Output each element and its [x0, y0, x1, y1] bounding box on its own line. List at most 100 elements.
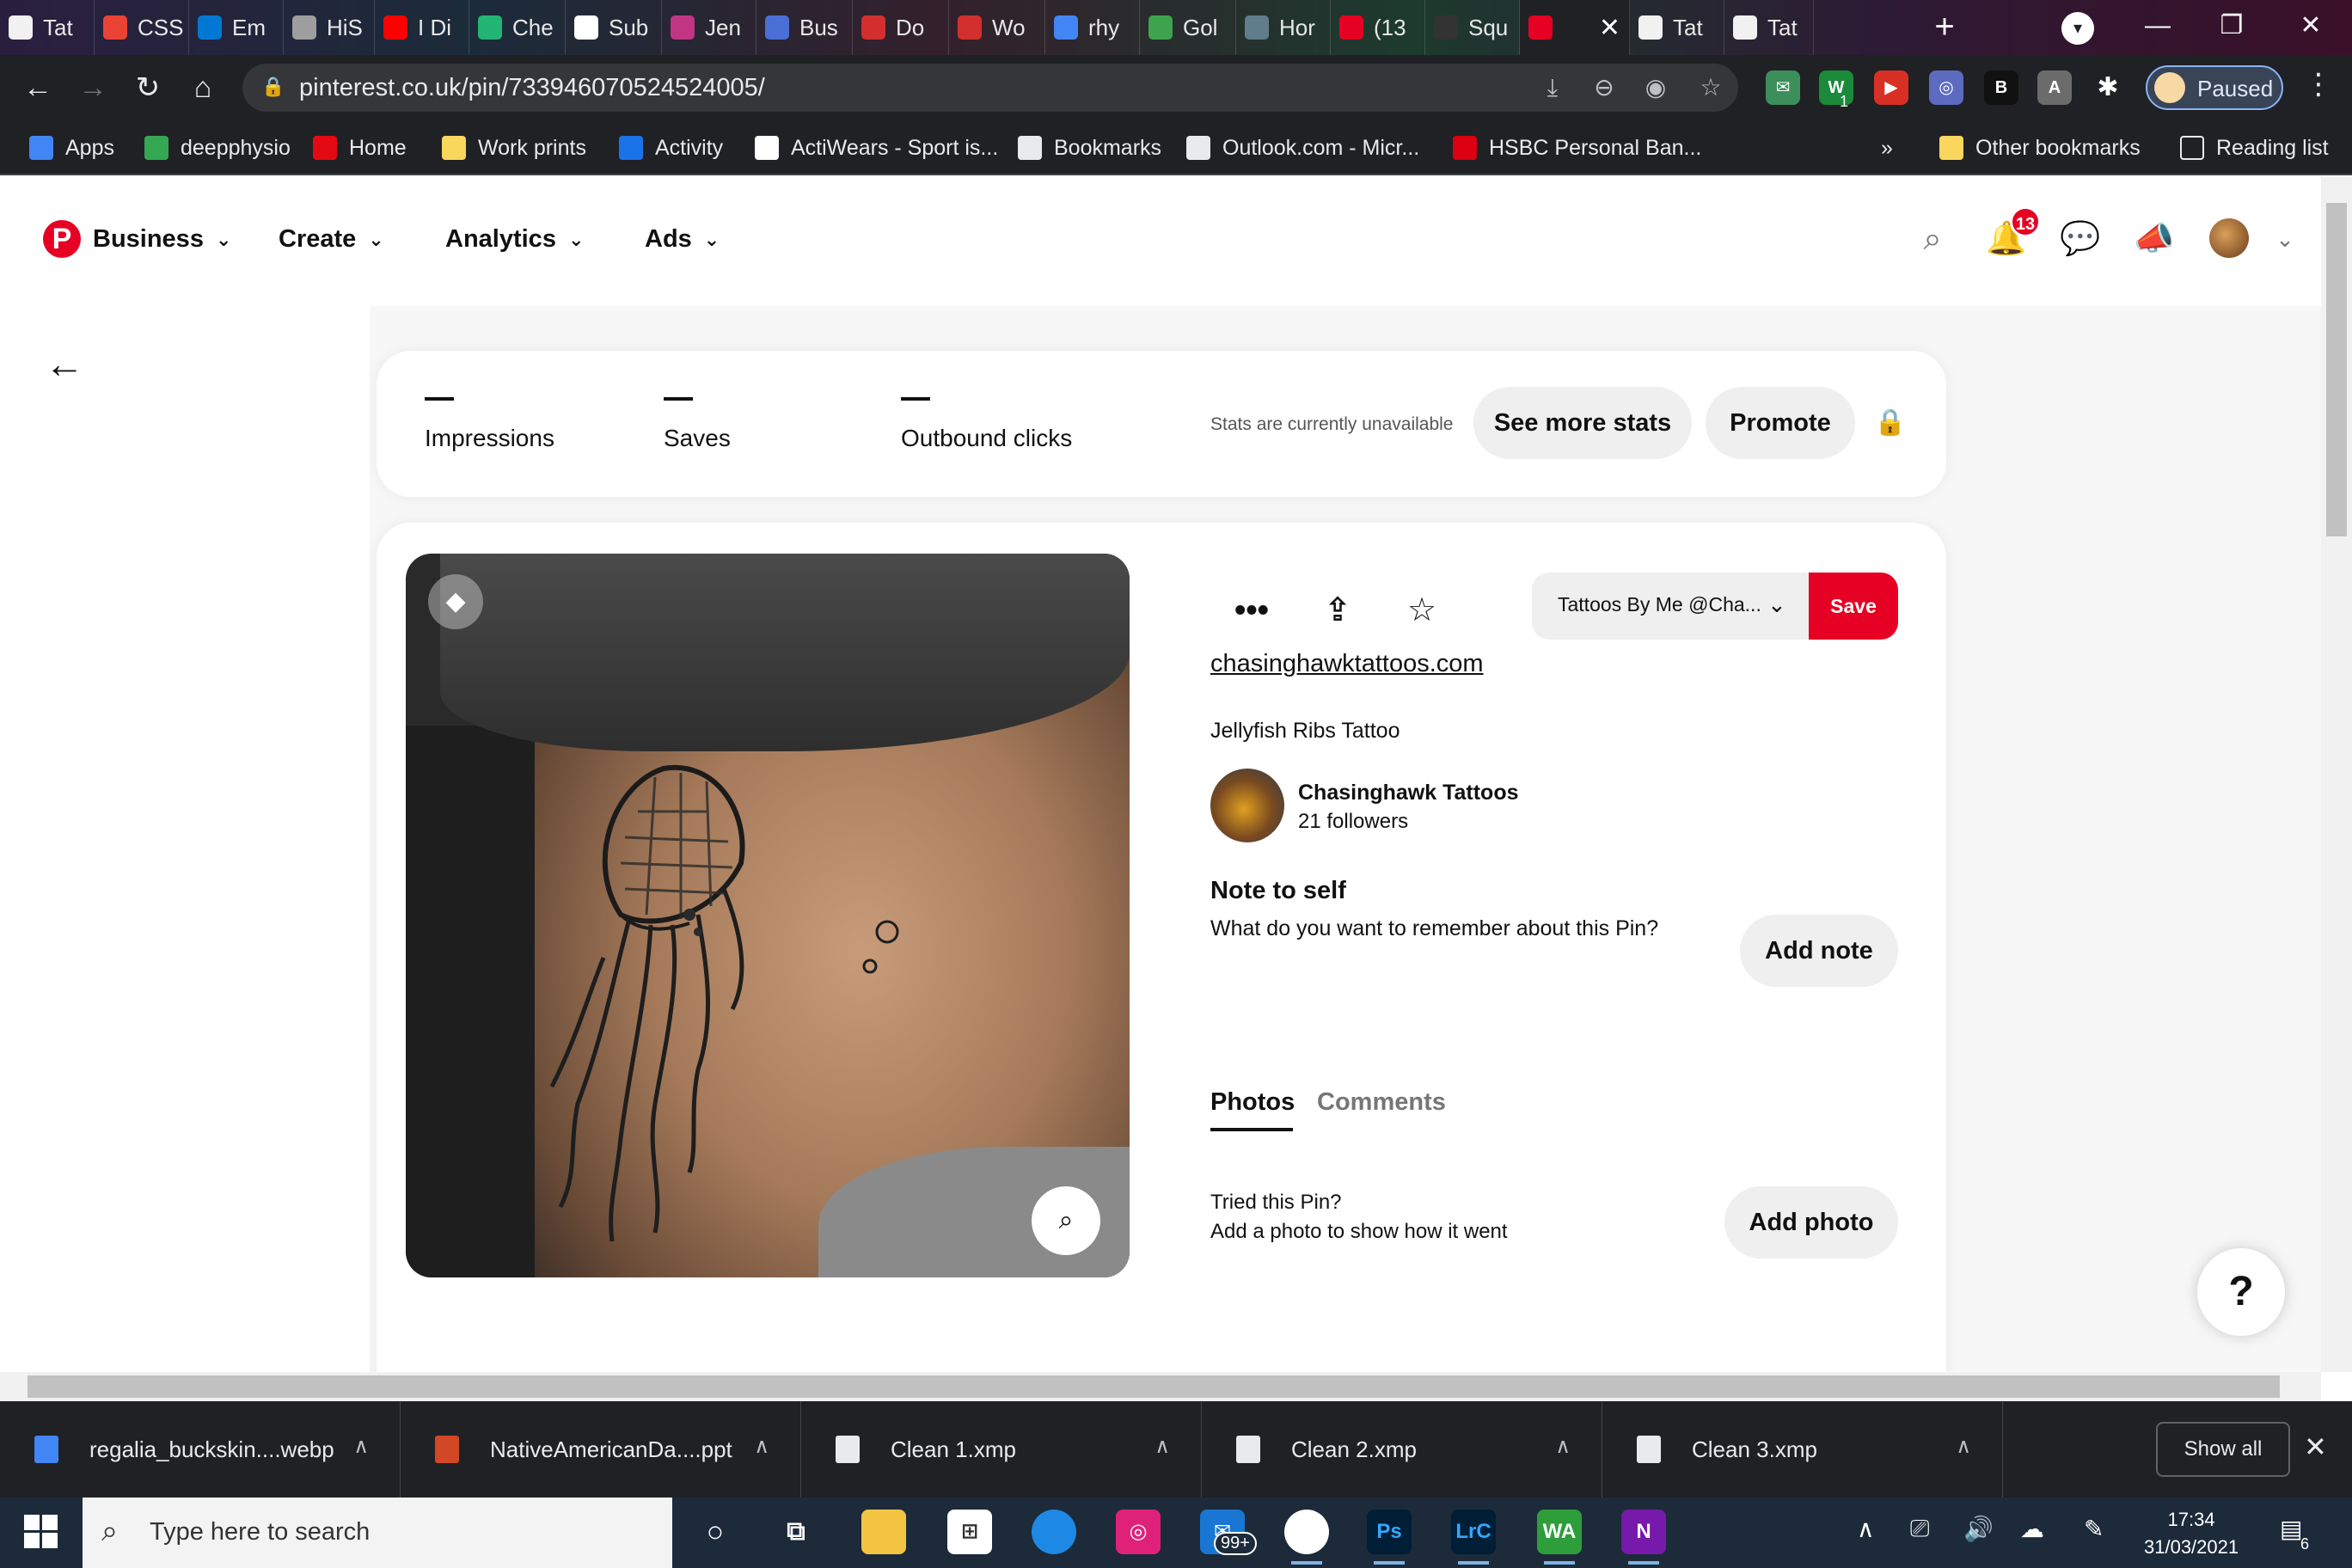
updates-megaphone-icon[interactable]: 📣 [2134, 218, 2175, 260]
browser-tab[interactable]: (13 [1331, 0, 1425, 55]
see-more-stats-button[interactable]: See more stats [1473, 387, 1692, 459]
messages-icon[interactable]: 💬 [2060, 218, 2101, 260]
file-explorer-icon[interactable] [861, 1510, 906, 1554]
tab-comments[interactable]: Comments [1317, 1088, 1446, 1117]
back-arrow-icon[interactable]: ← [45, 340, 88, 386]
windows-start-icon[interactable] [24, 1515, 58, 1549]
browser-tab[interactable]: Tat [0, 0, 95, 55]
chrome-menu-icon[interactable]: ⋮ [2304, 67, 2333, 101]
new-tab-button[interactable]: + [1926, 9, 1963, 46]
close-tab-icon[interactable]: ✕ [1599, 13, 1620, 43]
download-options-chevron-icon[interactable]: ∧ [353, 1434, 369, 1459]
add-note-button[interactable]: Add note [1740, 915, 1898, 987]
address-bar[interactable]: 🔒 pinterest.co.uk/pin/733946070524524005… [242, 64, 1738, 112]
user-avatar[interactable] [2209, 218, 2249, 258]
browser-tab[interactable]: Jen [662, 0, 756, 55]
download-item[interactable]: NativeAmericanDa....ppt ∧ [401, 1401, 801, 1498]
nav-ads[interactable]: Ads ⌄ [645, 225, 720, 254]
nav-create[interactable]: Create ⌄ [279, 225, 384, 254]
bookmark-item[interactable]: deepphysio [144, 131, 291, 165]
meet-now-icon[interactable]: ⎚ [1910, 1515, 1929, 1543]
download-options-chevron-icon[interactable]: ∧ [1956, 1434, 1971, 1459]
bookmark-item[interactable]: Bookmarks [1018, 131, 1161, 165]
reading-list[interactable]: Reading list [2180, 131, 2329, 165]
reload-icon[interactable]: ↻ [127, 67, 168, 108]
help-button[interactable]: ? [2197, 1248, 2285, 1336]
more-options-icon[interactable]: ••• [1228, 586, 1276, 634]
creator-avatar[interactable] [1210, 769, 1284, 842]
pen-icon[interactable]: ✎ [2084, 1515, 2104, 1543]
minimize-icon[interactable]: — [2123, 0, 2192, 55]
extension-mail-icon[interactable]: ✉ [1766, 70, 1800, 105]
nav-analytics[interactable]: Analytics ⌄ [445, 225, 584, 254]
zoom-icon[interactable]: ⊖ [1589, 72, 1620, 103]
onedrive-icon[interactable]: ☁ [2020, 1515, 2044, 1543]
chrome-icon[interactable] [1284, 1510, 1329, 1565]
close-window-icon[interactable]: ✕ [2276, 0, 2345, 55]
pin-source-link[interactable]: chasinghawktattoos.com [1210, 650, 1484, 678]
download-item[interactable]: Clean 1.xmp ∧ [801, 1401, 1202, 1498]
task-view-icon[interactable]: ⧉ [774, 1510, 818, 1554]
taskbar-search-box[interactable]: ⌕ Type here to search [83, 1498, 672, 1568]
browser-tab[interactable]: HiS [284, 0, 375, 55]
vertical-scrollbar-thumb[interactable] [2326, 203, 2347, 536]
install-icon[interactable]: ⤓ [1537, 72, 1568, 103]
download-item[interactable]: regalia_buckskin....webp ∧ [0, 1401, 401, 1498]
download-item[interactable]: Clean 2.xmp ∧ [1202, 1401, 1602, 1498]
bookmark-star-icon[interactable]: ☆ [1695, 72, 1726, 103]
system-clock[interactable]: 17:34 31/03/2021 [2144, 1506, 2239, 1561]
board-select[interactable]: Tattoos By Me @Cha... ⌄ [1532, 573, 1809, 640]
pinterest-logo-icon[interactable]: P [43, 220, 81, 258]
browser-tab[interactable]: Wo [949, 0, 1045, 55]
bookmark-item[interactable]: Apps [29, 131, 114, 165]
action-center-icon[interactable]: ▤ [2280, 1515, 2302, 1543]
browser-tab[interactable]: Che [469, 0, 566, 55]
taskbar-app-icon[interactable]: WA [1537, 1510, 1582, 1565]
extensions-puzzle-icon[interactable]: ✱ [2091, 70, 2125, 105]
share-upload-icon[interactable]: ⇪ [1314, 586, 1362, 634]
bookmark-item[interactable]: Activity [619, 131, 723, 165]
download-options-chevron-icon[interactable]: ∧ [1555, 1434, 1571, 1459]
browser-tab[interactable]: ✕ [1520, 0, 1630, 55]
tray-overflow-icon[interactable]: ∧ [1857, 1515, 1875, 1543]
account-chevron-icon[interactable]: ⌄ [2264, 218, 2306, 260]
volume-icon[interactable]: 🔊 [1963, 1515, 1994, 1543]
tab-photos[interactable]: Photos [1210, 1088, 1295, 1117]
download-item[interactable]: Clean 3.xmp ∧ [1602, 1401, 2003, 1498]
profile-button[interactable]: Paused [2146, 65, 2283, 110]
browser-tab[interactable]: Tat [1724, 0, 1814, 55]
taskbar-app-icon[interactable]: N [1621, 1510, 1666, 1565]
extension-video-icon[interactable]: ▶ [1874, 70, 1908, 105]
promote-button[interactable]: Promote [1706, 387, 1855, 459]
extension-b-icon[interactable]: B [1984, 70, 2018, 105]
browser-tab[interactable]: I Di [375, 0, 469, 55]
creator-name[interactable]: Chasinghawk Tattoos [1298, 781, 1519, 805]
save-button[interactable]: Save [1809, 573, 1898, 640]
tracking-icon[interactable]: ◉ [1640, 72, 1671, 103]
close-downloads-icon[interactable]: ✕ [2304, 1430, 2327, 1463]
other-bookmarks[interactable]: Other bookmarks [1939, 131, 2141, 165]
tab-search-icon[interactable]: ▾ [2061, 12, 2094, 45]
search-icon[interactable]: ⌕ [1912, 218, 1953, 260]
product-tag-icon[interactable]: ◆ [428, 574, 483, 629]
browser-tab[interactable]: CSS [95, 0, 189, 55]
show-all-downloads-button[interactable]: Show all [2156, 1422, 2290, 1477]
bookmark-item[interactable]: Work prints [442, 131, 586, 165]
browser-tab[interactable]: Do [853, 0, 949, 55]
browser-tab[interactable]: Hor [1236, 0, 1331, 55]
browser-tab[interactable]: Tat [1630, 0, 1724, 55]
browser-tab[interactable]: Em [189, 0, 284, 55]
browser-tab[interactable]: Bus [756, 0, 853, 55]
creative-cloud-icon[interactable]: ◎ [1116, 1510, 1161, 1554]
browser-tab[interactable]: Squ [1425, 0, 1520, 55]
back-icon[interactable]: ← [17, 67, 58, 108]
pin-image[interactable] [406, 554, 1130, 1277]
bookmark-item[interactable]: ActiWears - Sport is... [755, 131, 998, 165]
bookmarks-overflow-icon[interactable]: » [1881, 131, 1893, 165]
favorite-star-icon[interactable]: ☆ [1398, 586, 1446, 634]
visual-search-lens-icon[interactable]: ⌕ [1032, 1186, 1100, 1255]
browser-tab[interactable]: Gol [1140, 0, 1236, 55]
taskbar-app-icon[interactable]: LrC [1451, 1510, 1496, 1565]
taskbar-app-icon[interactable]: Ps [1367, 1510, 1412, 1565]
cortana-icon[interactable]: ○ [693, 1510, 738, 1554]
